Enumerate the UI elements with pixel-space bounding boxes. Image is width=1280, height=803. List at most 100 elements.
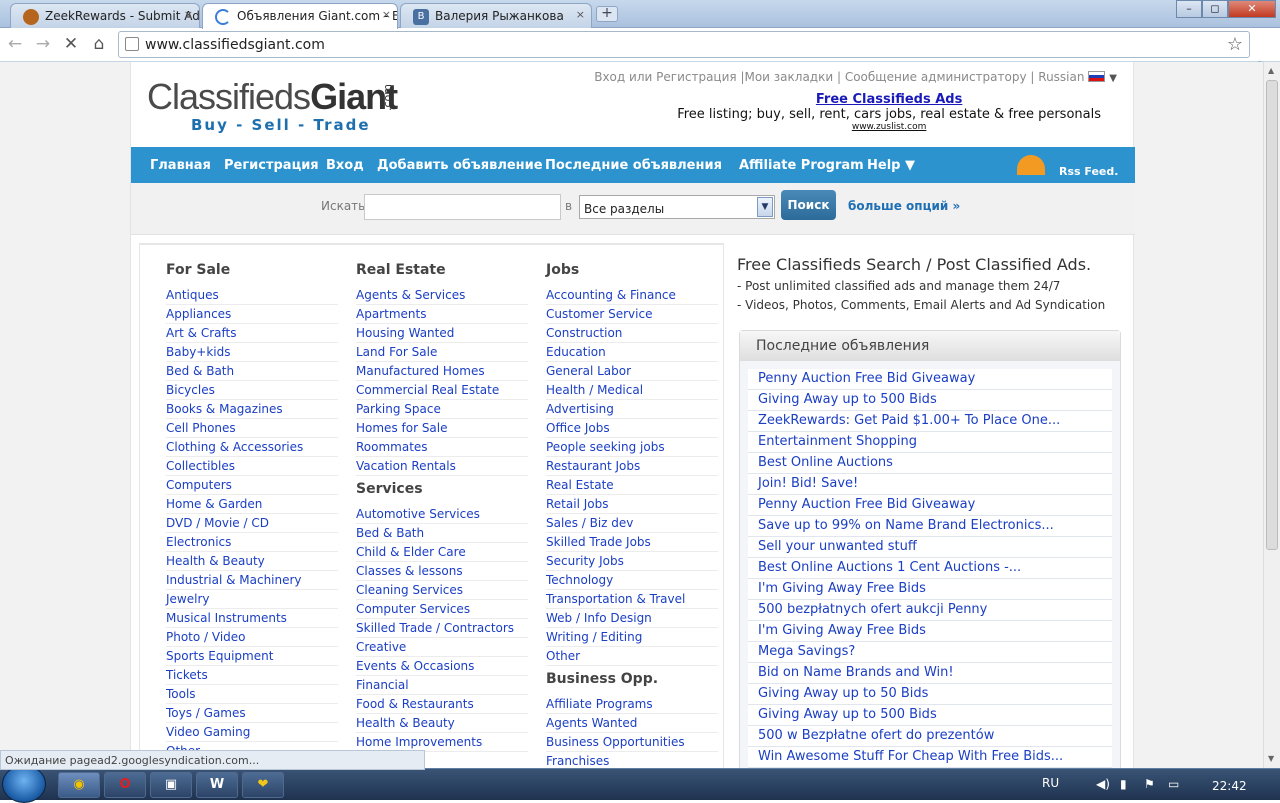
category-link[interactable]: Manufactured Homes bbox=[356, 362, 528, 381]
category-link[interactable]: People seeking jobs bbox=[546, 438, 718, 457]
winamp-taskbar-icon[interactable]: ❤ bbox=[242, 772, 284, 798]
category-link[interactable]: Industrial & Machinery bbox=[166, 571, 338, 590]
tab-close-icon[interactable]: × bbox=[382, 8, 391, 21]
latest-ad-link[interactable]: Sell your unwanted stuff bbox=[748, 537, 1112, 558]
category-link[interactable]: Creative bbox=[356, 638, 528, 657]
category-link[interactable]: Antiques bbox=[166, 286, 338, 305]
network-icon[interactable]: ▭ bbox=[1168, 777, 1179, 791]
category-link[interactable]: Other bbox=[546, 647, 718, 666]
category-select[interactable]: Все разделы ▼ bbox=[579, 195, 775, 219]
category-link[interactable]: Jewelry bbox=[166, 590, 338, 609]
category-link[interactable]: Customer Service bbox=[546, 305, 718, 324]
language-select[interactable]: | Russian bbox=[1030, 70, 1084, 84]
flag-icon[interactable]: ⚑ bbox=[1144, 777, 1155, 791]
category-link[interactable]: Tools bbox=[166, 685, 338, 704]
category-link[interactable]: Toys / Games bbox=[166, 704, 338, 723]
category-link[interactable]: Agents Wanted bbox=[546, 714, 718, 733]
latest-ad-link[interactable]: Giving Away up to 500 Bids bbox=[748, 390, 1112, 411]
category-heading[interactable]: Business Opp. bbox=[546, 671, 718, 689]
category-link[interactable]: Electronics bbox=[166, 533, 338, 552]
category-link[interactable]: Homes for Sale bbox=[356, 419, 528, 438]
category-link[interactable]: Parking Space bbox=[356, 400, 528, 419]
search-input[interactable] bbox=[364, 194, 561, 220]
category-link[interactable]: Health / Medical bbox=[546, 381, 718, 400]
category-link[interactable]: Vacation Rentals bbox=[356, 457, 528, 476]
category-link[interactable]: Cleaning Services bbox=[356, 581, 528, 600]
category-link[interactable]: Web / Info Design bbox=[546, 609, 718, 628]
latest-ad-link[interactable]: ZeekRewards: Get Paid $1.00+ To Place On… bbox=[748, 411, 1112, 432]
category-link[interactable]: Retail Jobs bbox=[546, 495, 718, 514]
latest-ad-link[interactable]: Penny Auction Free Bid Giveaway bbox=[748, 369, 1112, 390]
category-heading[interactable]: Real Estate bbox=[356, 262, 528, 280]
category-link[interactable]: Technology bbox=[546, 571, 718, 590]
category-link[interactable]: Skilled Trade Jobs bbox=[546, 533, 718, 552]
dropdown-arrow-icon[interactable]: ▼ bbox=[757, 197, 773, 217]
word-taskbar-icon[interactable]: W bbox=[196, 772, 238, 798]
category-link[interactable]: Appliances bbox=[166, 305, 338, 324]
message-admin-link[interactable]: | Сообщение администратору bbox=[837, 70, 1027, 84]
category-link[interactable]: Collectibles bbox=[166, 457, 338, 476]
category-link[interactable]: Security Jobs bbox=[546, 552, 718, 571]
latest-ad-link[interactable]: Win Awesome Stuff For Cheap With Free Bi… bbox=[748, 747, 1112, 768]
category-link[interactable]: Financial bbox=[356, 676, 528, 695]
login-link[interactable]: Вход bbox=[594, 70, 625, 84]
start-button[interactable] bbox=[2, 765, 46, 803]
nav-login[interactable]: Вход bbox=[326, 158, 364, 173]
category-link[interactable]: Advertising bbox=[546, 400, 718, 419]
category-link[interactable]: Education bbox=[546, 343, 718, 362]
stop-icon[interactable]: ✕ bbox=[60, 33, 82, 55]
nav-latest-ads[interactable]: Последние объявления bbox=[545, 158, 722, 173]
category-link[interactable]: General Labor bbox=[546, 362, 718, 381]
category-link[interactable]: Bicycles bbox=[166, 381, 338, 400]
latest-ad-link[interactable]: I'm Giving Away Free Bids bbox=[748, 579, 1112, 600]
promo-link[interactable]: Free Classifieds Ads bbox=[816, 92, 962, 107]
category-link[interactable]: Office Jobs bbox=[546, 419, 718, 438]
category-link[interactable]: Apartments bbox=[356, 305, 528, 324]
category-link[interactable]: Land For Sale bbox=[356, 343, 528, 362]
close-window-button[interactable]: ✕ bbox=[1228, 0, 1276, 18]
minimize-button[interactable]: – bbox=[1176, 0, 1202, 18]
category-link[interactable]: Sales / Biz dev bbox=[546, 514, 718, 533]
category-link[interactable]: Business Opportunities bbox=[546, 733, 718, 752]
latest-ad-link[interactable]: 500 w Bezpłatne ofert do prezentów bbox=[748, 726, 1112, 747]
back-icon[interactable]: ← bbox=[4, 33, 26, 55]
latest-ad-link[interactable]: Best Online Auctions 1 Cent Auctions -..… bbox=[748, 558, 1112, 579]
tab-close-icon[interactable]: × bbox=[576, 8, 585, 21]
rss-feed-link[interactable]: Rss Feed. bbox=[1059, 165, 1118, 178]
nav-affiliate[interactable]: Affiliate Program bbox=[739, 158, 864, 173]
nav-help[interactable]: Help ▼ bbox=[867, 158, 915, 173]
tab-zeekrewards[interactable]: ZeekRewards - Submit Ad fo × bbox=[10, 3, 200, 28]
category-link[interactable]: Events & Occasions bbox=[356, 657, 528, 676]
category-link[interactable]: Tickets bbox=[166, 666, 338, 685]
url-text[interactable]: www.classifiedsgiant.com bbox=[145, 37, 325, 53]
category-heading[interactable]: For Sale bbox=[166, 262, 338, 280]
clock[interactable]: 22:42 bbox=[1212, 779, 1247, 793]
tab-classifiedsgiant[interactable]: Объявления Giant.com - B × bbox=[202, 3, 398, 29]
category-link[interactable]: Affiliate Programs bbox=[546, 695, 718, 714]
category-heading[interactable]: Services bbox=[356, 481, 528, 499]
latest-ad-link[interactable]: Giving Away up to 50 Bids bbox=[748, 684, 1112, 705]
category-link[interactable]: Housing Wanted bbox=[356, 324, 528, 343]
latest-ad-link[interactable]: Bid on Name Brands and Win! bbox=[748, 663, 1112, 684]
category-heading[interactable]: Jobs bbox=[546, 262, 718, 280]
latest-ad-link[interactable]: I'm Giving Away Free Bids bbox=[748, 621, 1112, 642]
nav-home[interactable]: Главная bbox=[150, 158, 211, 173]
category-link[interactable]: Franchises bbox=[546, 752, 718, 768]
latest-ad-link[interactable]: Entertainment Shopping bbox=[748, 432, 1112, 453]
bookmark-star-icon[interactable]: ☆ bbox=[1227, 34, 1243, 55]
tab-vk[interactable]: В Валерия Рыжанкова × bbox=[400, 3, 592, 28]
category-link[interactable]: Cell Phones bbox=[166, 419, 338, 438]
latest-ad-link[interactable]: Best Online Auctions bbox=[748, 453, 1112, 474]
home-icon[interactable]: ⌂ bbox=[88, 33, 110, 55]
category-link[interactable]: Home & Garden bbox=[166, 495, 338, 514]
site-logo[interactable]: ClassifiedsGiant .com Buy - Sell - Trade bbox=[147, 76, 398, 134]
category-link[interactable]: Computer Services bbox=[356, 600, 528, 619]
maximize-button[interactable]: ◻ bbox=[1202, 0, 1228, 18]
latest-ad-link[interactable]: 500 bezpłatnych ofert aukcji Penny bbox=[748, 600, 1112, 621]
category-link[interactable]: Transportation & Travel bbox=[546, 590, 718, 609]
latest-ad-link[interactable]: Save up to 99% on Name Brand Electronics… bbox=[748, 516, 1112, 537]
scroll-up-icon[interactable]: ▲ bbox=[1268, 66, 1274, 75]
category-link[interactable]: Automotive Services bbox=[356, 505, 528, 524]
vertical-scrollbar[interactable]: ▲ ▼ bbox=[1263, 62, 1280, 768]
latest-ad-link[interactable]: Mega Savings? bbox=[748, 642, 1112, 663]
